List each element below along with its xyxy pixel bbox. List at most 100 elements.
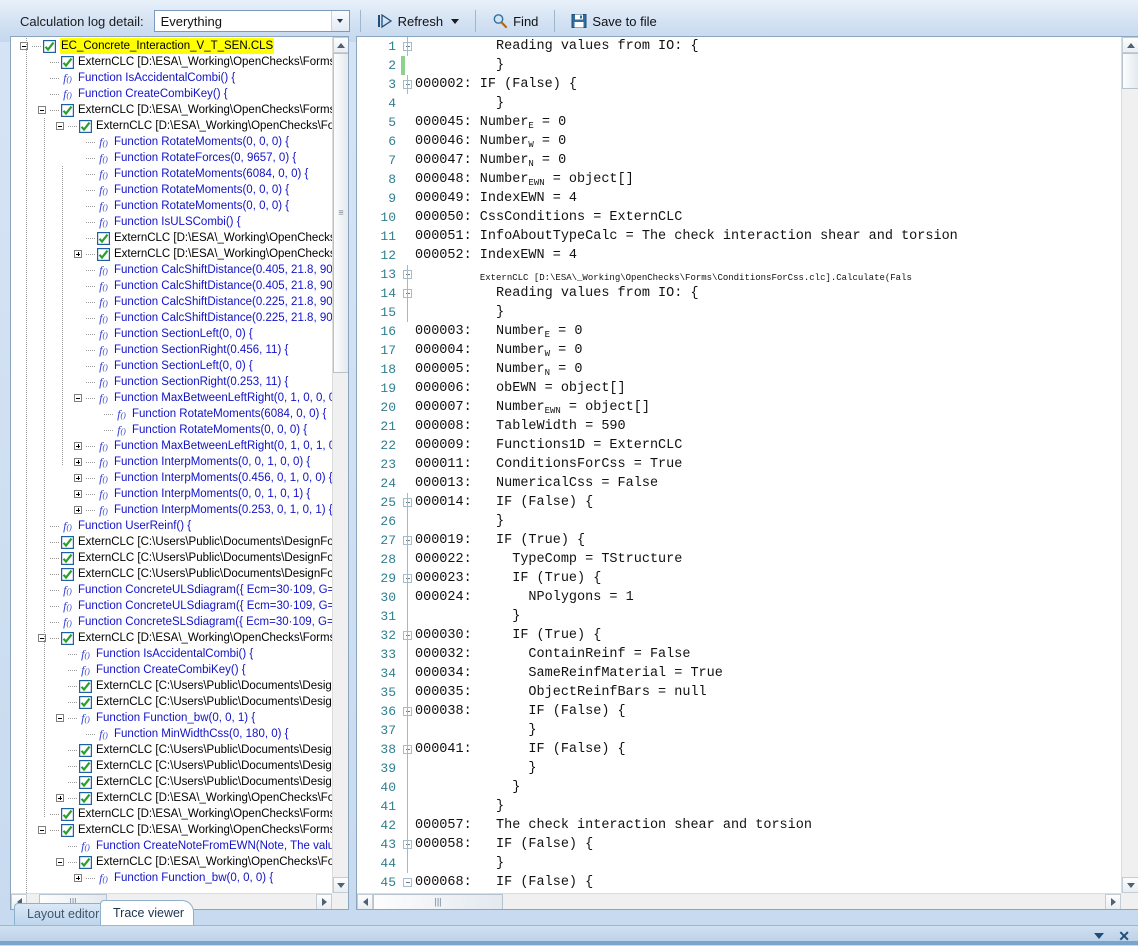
code-scroll-down-button[interactable] [1122, 877, 1138, 893]
tree-item[interactable]: f() Function MaxBetweenLeftRight(0, 1, 0,… [11, 390, 332, 406]
tree-scroll-up-button[interactable] [333, 37, 348, 53]
find-button[interactable]: Find [486, 8, 544, 34]
tree-connector [86, 278, 96, 294]
tree-item[interactable]: ExternCLC [D:\ESA\_Working\OpenChecks\Fo… [11, 790, 332, 806]
tree-expand-icon[interactable] [73, 486, 86, 502]
tree-expand-icon[interactable] [73, 246, 86, 262]
tree-expand-icon[interactable] [73, 454, 86, 470]
tree-item[interactable]: f() Function CalcShiftDistance(0.405, 21.… [11, 278, 332, 294]
tree-item[interactable]: ExternCLC [C:\Users\Public\Documents\Des… [11, 694, 332, 710]
tree-vertical-scroll-thumb[interactable]: ≡ [333, 53, 348, 373]
tree-item[interactable]: f() Function CalcShiftDistance(0.225, 21.… [11, 310, 332, 326]
tree-vertical-scrollbar[interactable]: ≡ [332, 37, 348, 893]
tree-item[interactable]: f() Function SectionLeft(0, 0) { [11, 358, 332, 374]
trace-code-area[interactable]: 1 2 3 4 5 6 7 8 9 10 11 12 13 14 15 16 17 18 19 20 21 22 23 24 2… [357, 37, 1121, 893]
chevron-down-icon[interactable] [330, 11, 349, 31]
code-scroll-up-button[interactable] [1122, 37, 1138, 53]
tree-item[interactable]: f() Function InterpMoments(0.456, 0, 1, 0… [11, 470, 332, 486]
code-text[interactable]: Reading values from IO: { } 000002: IF (F… [415, 37, 1121, 893]
tree-item[interactable]: ExternCLC [C:\Users\Public\Documents\Des… [11, 678, 332, 694]
tree-expand-icon[interactable] [55, 790, 68, 806]
tree-item[interactable]: f() Function InterpMoments(0, 0, 1, 0, 1)… [11, 486, 332, 502]
panel-menu-icon[interactable] [1094, 933, 1105, 939]
tree-collapse-icon[interactable] [55, 118, 68, 134]
tree-expand-icon[interactable] [73, 502, 86, 518]
tree-item[interactable]: f() Function RotateMoments(6084, 0, 0) { [11, 406, 332, 422]
tree-no-toggle [73, 150, 86, 166]
line-number: 10 [380, 210, 396, 225]
tree-item[interactable]: f() Function MinWidthCss(0, 180, 0) { [11, 726, 332, 742]
tree-item[interactable]: f() Function RotateForces(0, 9657, 0) { [11, 150, 332, 166]
search-icon [492, 13, 508, 29]
tree-expand-icon[interactable] [73, 470, 86, 486]
fold-collapse-icon[interactable] [403, 878, 412, 887]
code-folding-column[interactable] [401, 37, 415, 893]
function-icon: f() [63, 519, 72, 533]
tree-item[interactable]: f() Function IsULSCombi() { [11, 214, 332, 230]
tree-item[interactable]: f() Function ConcreteULSdiagram({ Ecm=30·… [11, 598, 332, 614]
code-vertical-scrollbar[interactable] [1121, 37, 1138, 893]
tree-scroll-down-button[interactable] [333, 877, 348, 893]
tree-item[interactable]: f() Function IsAccidentalCombi() { [11, 70, 332, 86]
tree-expand-icon[interactable] [73, 438, 86, 454]
tree-item[interactable]: f() Function SectionRight(0.253, 11) { [11, 374, 332, 390]
tree-item[interactable]: f() Function CalcShiftDistance(0.405, 21.… [11, 262, 332, 278]
tree-item[interactable]: EC_Concrete_Interaction_V_T_SEN.CLS [11, 38, 332, 54]
tree-item[interactable]: f() Function ConcreteSLSdiagram({ Ecm=30·… [11, 614, 332, 630]
tree-item[interactable]: ExternCLC [C:\Users\Public\Documents\Des… [11, 774, 332, 790]
tree-item[interactable]: f() Function InterpMoments(0.253, 0, 1, 0… [11, 502, 332, 518]
tree-item[interactable]: f() Function SectionLeft(0, 0) { [11, 326, 332, 342]
tree-item[interactable]: f() Function RotateMoments(0, 0, 0) { [11, 422, 332, 438]
tree-collapse-icon[interactable] [37, 102, 50, 118]
tree-item[interactable]: ExternCLC [D:\ESA\_Working\OpenChecks\Fo… [11, 54, 332, 70]
tree-item[interactable]: f() Function CreateCombiKey() { [11, 662, 332, 678]
tree-item[interactable]: f() Function RotateMoments(0, 0, 0) { [11, 182, 332, 198]
tree-item[interactable]: f() Function MaxBetweenLeftRight(0, 1, 0,… [11, 438, 332, 454]
tree-item[interactable]: f() Function UserReinf() { [11, 518, 332, 534]
line-number: 40 [380, 780, 396, 795]
tree-item[interactable]: f() Function CreateCombiKey() { [11, 86, 332, 102]
tree-item[interactable]: ExternCLC [C:\Users\Public\Documents\Des… [11, 742, 332, 758]
tree-item[interactable]: ExternCLC [C:\Users\Public\Documents\Des… [11, 550, 332, 566]
log-detail-select[interactable]: Everything [153, 10, 350, 32]
tree-item[interactable]: ExternCLC [D:\ESA\_Working\OpenChecks\Fo… [11, 118, 332, 134]
tree-item[interactable]: f() Function RotateMoments(0, 0, 0) { [11, 198, 332, 214]
tree-item[interactable]: f() Function SectionRight(0.456, 11) { [11, 342, 332, 358]
tree-item[interactable]: ExternCLC [C:\Users\Public\Documents\Des… [11, 534, 332, 550]
refresh-dropdown-icon[interactable] [451, 18, 460, 24]
tree-item[interactable]: f() Function CalcShiftDistance(0.225, 21.… [11, 294, 332, 310]
tree-collapse-icon[interactable] [55, 854, 68, 870]
tree-collapse-icon[interactable] [37, 822, 50, 838]
tree-item[interactable]: f() Function Function_bw(0, 0, 0) { [11, 870, 332, 886]
call-tree-scroll-area[interactable]: EC_Concrete_Interaction_V_T_SEN.CLS Exter… [11, 37, 332, 893]
log-detail-label: Calculation log detail: [20, 13, 144, 29]
tree-item[interactable]: f() Function CreateNoteFromEWN(Note, The … [11, 838, 332, 854]
tree-no-toggle [37, 86, 50, 102]
tree-collapse-icon[interactable] [55, 710, 68, 726]
tree-item[interactable]: ExternCLC [D:\ESA\_Working\OpenChecks\Fo… [11, 822, 332, 838]
tree-expand-icon[interactable] [73, 870, 86, 886]
tree-item[interactable]: f() Function InterpMoments(0, 0, 1, 0, 0)… [11, 454, 332, 470]
code-line: 000030: IF (True) { [415, 628, 602, 643]
tree-item[interactable]: f() Function IsAccidentalCombi() { [11, 646, 332, 662]
code-vertical-scroll-thumb[interactable] [1122, 53, 1138, 89]
tree-item[interactable]: ExternCLC [D:\ESA\_Working\OpenChecks\Fo… [11, 806, 332, 822]
tab-trace-viewer[interactable]: Trace viewer [100, 900, 194, 925]
tree-item[interactable]: ExternCLC [D:\ESA\_Working\OpenChecks\ [11, 246, 332, 262]
tree-collapse-icon[interactable] [73, 390, 86, 406]
line-number: 25 [380, 495, 396, 510]
tree-item[interactable]: ExternCLC [D:\ESA\_Working\OpenChecks\ [11, 230, 332, 246]
tree-item[interactable]: f() Function Function_bw(0, 0, 1) { [11, 710, 332, 726]
tree-item[interactable]: f() Function RotateMoments(0, 0, 0) { [11, 134, 332, 150]
tree-item[interactable]: ExternCLC [C:\Users\Public\Documents\Des… [11, 566, 332, 582]
tree-item[interactable]: f() Function RotateMoments(6084, 0, 0) { [11, 166, 332, 182]
tab-layout-editor[interactable]: Layout editor [14, 903, 110, 925]
tree-item[interactable]: ExternCLC [D:\ESA\_Working\OpenChecks\Fo… [11, 630, 332, 646]
tree-item-label: Function IsAccidentalCombi() { [96, 648, 254, 660]
save-to-file-button[interactable]: Save to file [565, 8, 662, 34]
tree-item[interactable]: f() Function ConcreteULSdiagram({ Ecm=30·… [11, 582, 332, 598]
tree-item[interactable]: ExternCLC [D:\ESA\_Working\OpenChecks\Fo… [11, 854, 332, 870]
refresh-button[interactable]: Refresh [371, 8, 466, 34]
tree-item[interactable]: ExternCLC [D:\ESA\_Working\OpenChecks\Fo… [11, 102, 332, 118]
tree-item[interactable]: ExternCLC [C:\Users\Public\Documents\Des… [11, 758, 332, 774]
